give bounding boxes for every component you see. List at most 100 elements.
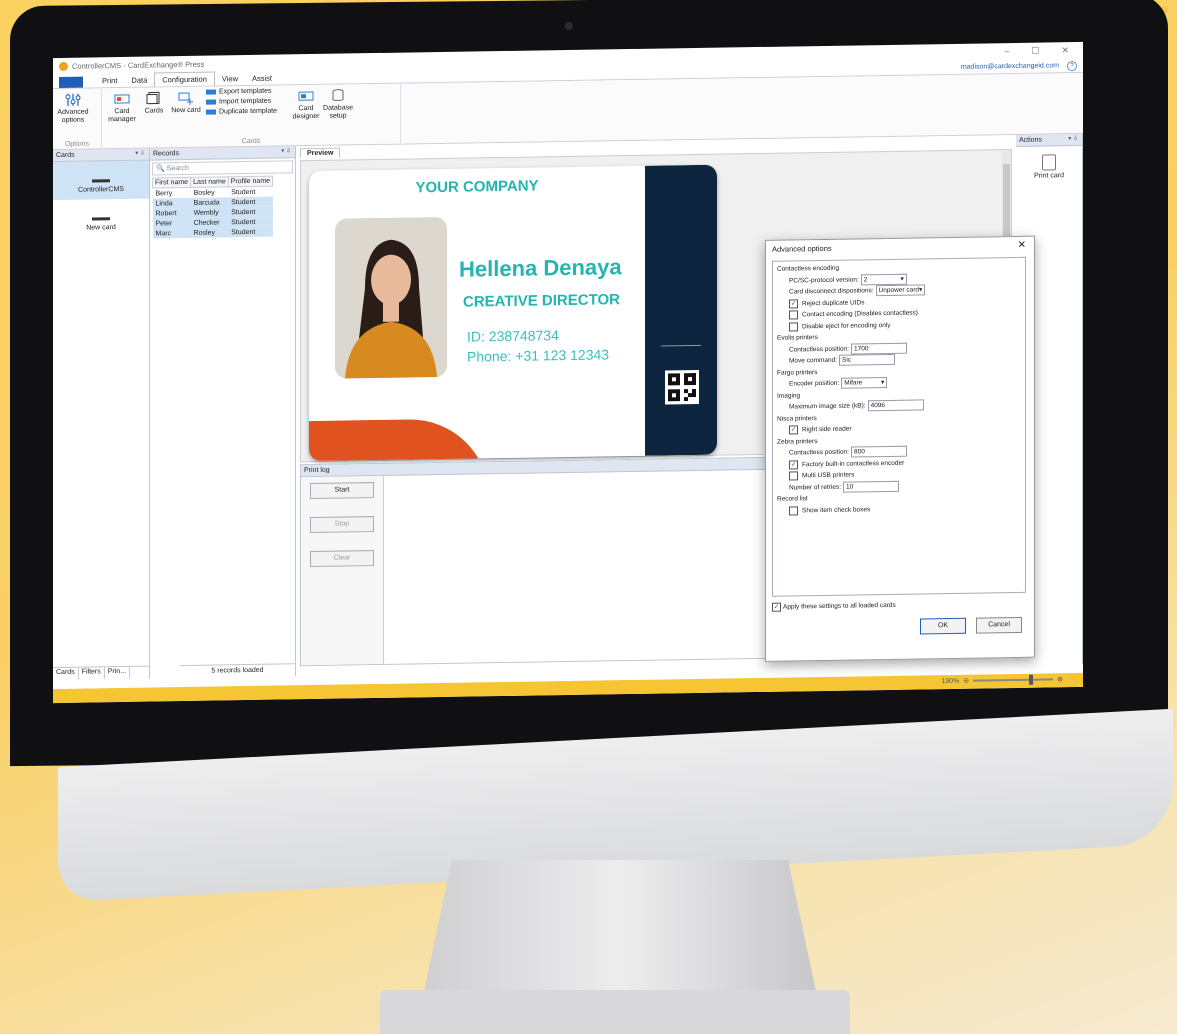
minimize-button[interactable]: – [1004, 46, 1009, 57]
close-button[interactable]: ✕ [1061, 45, 1069, 56]
table-row[interactable]: Marc Rosley Student [152, 226, 273, 239]
max-image-size-input[interactable]: 4096 [867, 399, 924, 412]
pin-icon[interactable]: ▾ ⇩ [281, 146, 291, 157]
card-designer-icon [298, 91, 314, 101]
export-templates-button[interactable]: Export templates [206, 87, 286, 96]
camera [565, 22, 573, 30]
move-command-input[interactable]: Sic [839, 354, 896, 366]
cards-pane: Cards ▾ ⇩ ControllerCMS New card Cards Fi… [53, 148, 150, 681]
cards-pane-header: Cards ▾ ⇩ [53, 148, 149, 163]
dialog-title: Advanced options [772, 243, 832, 254]
chevron-down-icon: ▾ [900, 275, 904, 283]
actions-pane-header: Actions ▾ ⇩ [1016, 133, 1082, 147]
card-navy-band [645, 164, 717, 456]
evolis-contactless-position-input[interactable]: 1700 [850, 342, 907, 355]
dialog-title-bar: Advanced options ✕ [766, 237, 1034, 257]
zoom-control[interactable]: 190% ⊖ ⊕ [941, 674, 1063, 685]
app-window: ControllerCMS - CardExchange® Press – ☐ … [53, 41, 1083, 704]
card-phone: Phone: +31 123 12343 [467, 346, 610, 365]
stop-button[interactable]: Stop [310, 516, 374, 534]
card-icon [92, 167, 110, 183]
import-templates-button[interactable]: Import templates [206, 97, 286, 106]
cards-pane-tabs: Cards Filters Prin... [53, 665, 149, 681]
number-of-retries-input[interactable]: 10 [843, 480, 900, 493]
sliders-icon [65, 93, 81, 106]
monitor-foot [380, 990, 850, 1034]
ribbon-group-cards: Card manager Cards New card Export templ… [102, 83, 401, 149]
tab-cards[interactable]: Cards [53, 667, 79, 681]
pin-icon[interactable]: ▾ ⇩ [135, 149, 145, 160]
card-icon [92, 205, 110, 221]
card-company: YOUR COMPANY [415, 177, 539, 197]
column-header[interactable]: Last name [190, 176, 229, 188]
options-group-label: Options [64, 140, 90, 148]
database-setup-button[interactable]: Database setup [322, 86, 354, 143]
id-card: YOUR COMPANY Hellena Denaya CREATIVE DIR… [309, 164, 717, 462]
file-menu-button[interactable] [59, 76, 83, 88]
zoom-out-icon[interactable]: ⊖ [963, 677, 969, 685]
card-item-new-card[interactable]: New card [53, 199, 149, 239]
zoom-in-icon[interactable]: ⊕ [1057, 675, 1063, 683]
qr-code-icon [665, 369, 699, 405]
start-button[interactable]: Start [310, 482, 374, 500]
apply-all-checkbox[interactable]: ✓ Apply these settings to all loaded card… [772, 601, 896, 612]
pin-icon[interactable]: ▾ ⇩ [1068, 134, 1078, 145]
zebra-contactless-position-input[interactable]: 800 [850, 445, 907, 458]
print-card-button[interactable]: Print card [1016, 154, 1082, 180]
dialog-close-button[interactable]: ✕ [1018, 239, 1026, 250]
records-table: First name Last name Profile name Berry B… [152, 176, 273, 239]
records-status: 5 records loaded [180, 663, 295, 679]
tab-printers[interactable]: Prin... [104, 666, 131, 680]
chevron-down-icon: ▾ [919, 286, 923, 294]
new-card-icon [178, 92, 193, 105]
menu-view[interactable]: View [215, 72, 245, 85]
card-photo [335, 216, 447, 379]
tab-preview[interactable]: Preview [300, 147, 341, 159]
cards-button[interactable]: Cards [138, 89, 170, 146]
user-email[interactable]: madison@cardexchangeid.com? [961, 59, 1083, 74]
menu-configuration[interactable]: Configuration [154, 71, 215, 87]
zoom-level: 190% [941, 677, 960, 685]
tab-filters[interactable]: Filters [78, 667, 105, 680]
ribbon-group-options: Advanced options Options [53, 88, 102, 150]
card-manager-icon [114, 94, 130, 104]
chevron-down-icon: ▾ [880, 379, 885, 387]
window-title: ControllerCMS - CardExchange® Press [72, 59, 205, 71]
pcsc-version-select[interactable]: 2 ▾ [860, 273, 907, 286]
show-check-boxes-checkbox[interactable]: Show item check boxes [777, 501, 1021, 516]
advanced-options-dialog: Advanced options ✕ Contactless encoding … [765, 235, 1035, 662]
records-pane-header: Records ▾ ⇩ [150, 146, 295, 161]
zoom-slider[interactable] [973, 674, 1054, 685]
card-name: Hellena Denaya [459, 254, 622, 282]
monitor-stand [420, 860, 820, 1010]
duplicate-template-button[interactable]: Duplicate template [206, 107, 286, 116]
card-role: CREATIVE DIRECTOR [463, 291, 620, 311]
card-id: ID: 238748734 [467, 327, 559, 345]
card-manager-button[interactable]: Card manager [106, 90, 138, 147]
column-header[interactable]: Profile name [228, 176, 273, 187]
menu-print[interactable]: Print [95, 74, 124, 87]
menu-assist[interactable]: Assist [245, 72, 279, 86]
cards-icon [146, 91, 160, 105]
encoder-position-select[interactable]: Mifare ▾ [841, 377, 888, 389]
person-photo [335, 216, 447, 379]
print-card-icon [1042, 154, 1056, 171]
menu-data[interactable]: Data [124, 73, 154, 86]
app-logo-icon [59, 61, 68, 71]
clear-button[interactable]: Clear [310, 550, 374, 568]
card-orange-shape [309, 418, 489, 462]
maximize-button[interactable]: ☐ [1031, 45, 1039, 56]
new-card-button[interactable]: New card [170, 89, 202, 146]
ok-button[interactable]: OK [920, 617, 966, 635]
card-item-controllercms[interactable]: ControllerCMS [53, 160, 149, 201]
column-header[interactable]: First name [152, 177, 191, 189]
database-icon [332, 89, 344, 101]
advanced-options-button[interactable]: Advanced options [57, 91, 89, 148]
records-pane: Records ▾ ⇩ 🔍 Search First name Last name… [150, 146, 296, 679]
disconnect-disposition-select[interactable]: Unpower card ▾ [875, 284, 926, 297]
search-input[interactable]: 🔍 Search [152, 160, 293, 176]
help-icon[interactable]: ? [1067, 61, 1077, 72]
card-designer-button[interactable]: Card designer [290, 87, 322, 144]
dialog-options-tree: Contactless encoding PC/SC-protocol vers… [772, 256, 1026, 597]
cancel-button[interactable]: Cancel [976, 616, 1022, 634]
